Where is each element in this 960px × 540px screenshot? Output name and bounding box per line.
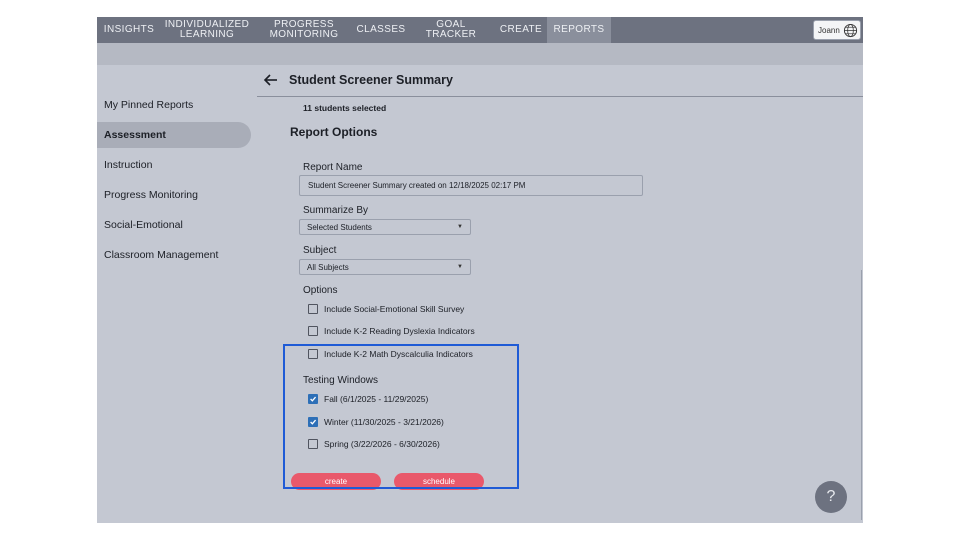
testing-window-fall[interactable]: Fall (6/1/2025 - 11/29/2025) xyxy=(308,394,428,404)
scrollbar-track[interactable] xyxy=(861,270,862,520)
chevron-down-icon: ▼ xyxy=(457,224,463,230)
nav-insights[interactable]: INSIGHTS xyxy=(97,17,161,43)
report-name-label: Report Name xyxy=(303,162,363,173)
create-button[interactable]: create xyxy=(291,473,381,490)
testing-window-winter[interactable]: Winter (11/30/2025 - 3/21/2026) xyxy=(308,417,444,427)
selected-students-count: 11 students selected xyxy=(303,103,387,113)
summarize-by-label: Summarize By xyxy=(303,205,369,216)
page-header: Student Screener Summary xyxy=(257,65,863,97)
subject-value: All Subjects xyxy=(307,262,349,272)
sidebar-item-progress-monitoring[interactable]: Progress Monitoring xyxy=(97,182,251,208)
page-title: Student Screener Summary xyxy=(289,73,453,87)
nav-classes[interactable]: CLASSES xyxy=(355,17,407,43)
sidebar: My Pinned Reports Assessment Instruction… xyxy=(97,65,257,523)
help-button[interactable]: ? xyxy=(815,481,847,513)
chevron-down-icon: ▼ xyxy=(457,264,463,270)
globe-icon xyxy=(843,23,858,38)
testing-window-label: Fall (6/1/2025 - 11/29/2025) xyxy=(324,394,429,404)
top-navigation: INSIGHTS INDIVIDUALIZED LEARNING PROGRES… xyxy=(97,17,863,43)
main-content: Student Screener Summary 11 students sel… xyxy=(257,65,863,523)
summarize-by-value: Selected Students xyxy=(307,222,372,232)
sidebar-item-social-emotional[interactable]: Social-Emotional xyxy=(97,212,251,238)
user-name: Joann xyxy=(818,25,840,35)
checkbox[interactable] xyxy=(308,349,318,359)
testing-windows-label: Testing Windows xyxy=(303,375,379,386)
sidebar-item-instruction[interactable]: Instruction xyxy=(97,152,251,178)
checkbox[interactable] xyxy=(308,439,318,449)
option-math-dyscalculia[interactable]: Include K-2 Math Dyscalculia Indicators xyxy=(308,349,473,359)
option-label: Include K-2 Reading Dyslexia Indicators xyxy=(324,326,475,336)
nav-create[interactable]: CREATE xyxy=(495,17,547,43)
checkbox[interactable] xyxy=(308,326,318,336)
options-label: Options xyxy=(303,285,338,296)
option-social-emotional[interactable]: Include Social-Emotional Skill Survey xyxy=(308,304,464,314)
sidebar-item-classroom-management[interactable]: Classroom Management xyxy=(97,242,251,268)
nav-individualized-learning[interactable]: INDIVIDUALIZED LEARNING xyxy=(161,17,253,43)
subject-select[interactable]: All Subjects ▼ xyxy=(299,259,471,275)
schedule-button[interactable]: schedule xyxy=(394,473,484,490)
checkbox[interactable] xyxy=(308,304,318,314)
sub-header-bar xyxy=(97,43,863,65)
report-options-heading: Report Options xyxy=(290,125,378,139)
option-label: Include K-2 Math Dyscalculia Indicators xyxy=(324,349,473,359)
sidebar-item-my-pinned-reports[interactable]: My Pinned Reports xyxy=(97,92,251,118)
nav-goal-tracker[interactable]: GOAL TRACKER xyxy=(407,17,495,43)
nav-reports[interactable]: REPORTS xyxy=(547,17,611,43)
checkbox-checked[interactable] xyxy=(308,417,318,427)
option-reading-dyslexia[interactable]: Include K-2 Reading Dyslexia Indicators xyxy=(308,326,475,336)
sidebar-item-assessment[interactable]: Assessment xyxy=(97,122,251,148)
summarize-by-select[interactable]: Selected Students ▼ xyxy=(299,219,471,235)
testing-window-label: Winter (11/30/2025 - 3/21/2026) xyxy=(324,417,444,427)
report-name-input[interactable]: Student Screener Summary created on 12/1… xyxy=(299,175,643,196)
nav-progress-monitoring[interactable]: PROGRESS MONITORING xyxy=(253,17,355,43)
checkmark-icon xyxy=(310,419,317,425)
user-menu-button[interactable]: Joann xyxy=(813,20,861,40)
back-arrow-icon[interactable] xyxy=(263,72,279,88)
testing-window-label: Spring (3/22/2026 - 6/30/2026) xyxy=(324,439,440,449)
testing-window-spring[interactable]: Spring (3/22/2026 - 6/30/2026) xyxy=(308,439,440,449)
option-label: Include Social-Emotional Skill Survey xyxy=(324,304,465,314)
checkmark-icon xyxy=(310,396,317,402)
app-window: INSIGHTS INDIVIDUALIZED LEARNING PROGRES… xyxy=(97,17,863,523)
checkbox-checked[interactable] xyxy=(308,394,318,404)
subject-label: Subject xyxy=(303,245,337,256)
